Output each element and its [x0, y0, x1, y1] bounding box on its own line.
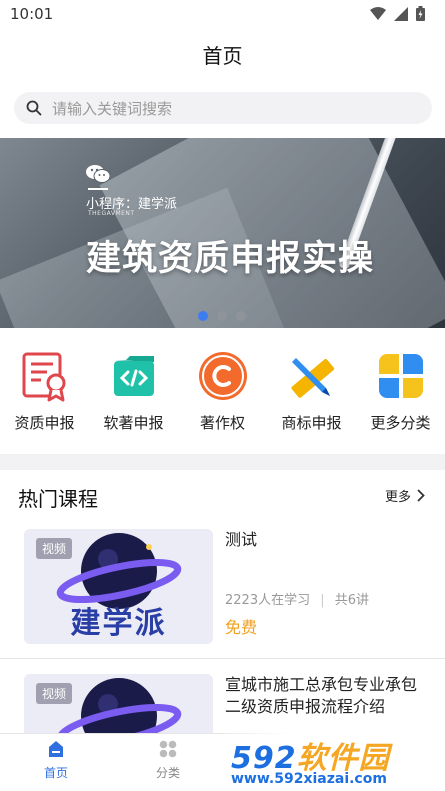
page-title: 首页 — [202, 44, 243, 68]
wifi-icon — [370, 6, 386, 20]
section-title: 热门课程 — [18, 487, 98, 511]
more-label: 更多 — [384, 490, 411, 505]
carousel-dot[interactable] — [236, 311, 246, 321]
course-title: 测试 — [225, 530, 258, 549]
site-watermark: 592软件园 www.592xiazai.com — [225, 733, 445, 791]
home-icon — [49, 741, 63, 757]
menu-item-more-categories[interactable]: 更多分类 — [356, 350, 445, 433]
search-placeholder: 请输入关键词搜索 — [52, 99, 173, 118]
video-badge: 视频 — [36, 538, 73, 559]
status-time: 10:01 — [10, 5, 54, 23]
ruler-pencil-icon — [290, 358, 334, 398]
chevron-right-icon — [417, 489, 425, 502]
status-bar: 10:01 — [0, 0, 445, 30]
hot-courses-section: 热门课程 更多 视频 建学派 测试 2223人在学习 | 共6讲 免费 视频 宣… — [0, 470, 445, 733]
divider — [0, 658, 445, 659]
meta-separator: | — [320, 593, 325, 608]
banner-divider — [88, 188, 108, 190]
carousel-dot[interactable] — [217, 311, 227, 321]
course-lessons: 共6讲 — [334, 593, 370, 608]
menu-item-qualification[interactable]: 资质申报 — [0, 350, 89, 433]
app-header: 首页 — [0, 30, 445, 84]
banner-sublabel: THEGAVMENT — [88, 210, 135, 217]
menu-label: 商标申报 — [281, 414, 342, 432]
course-card[interactable]: 视频 宣城市施工总承包专业承包二级资质申报流程介绍 — [0, 674, 445, 733]
carousel-indicator — [198, 311, 246, 321]
menu-item-copyright[interactable]: 著作权 — [178, 350, 267, 433]
search-bar: 请输入关键词搜索 — [0, 84, 445, 138]
course-learners: 2223人在学习 — [225, 593, 311, 608]
more-link[interactable]: 更多 — [385, 486, 425, 505]
certificate-icon — [22, 352, 65, 402]
carousel-dot-active[interactable] — [198, 311, 208, 321]
tab-label: 分类 — [155, 766, 180, 780]
course-thumbnail: 视频 — [24, 674, 213, 733]
video-badge: 视频 — [36, 683, 73, 704]
signal-icon — [394, 6, 408, 21]
search-input[interactable]: 请输入关键词搜索 — [14, 92, 432, 124]
more-grid-icon — [378, 354, 423, 398]
status-icons — [370, 6, 425, 21]
tab-categories[interactable]: 分类 — [128, 740, 208, 781]
course-title: 宣城市施工总承包专业承包二级资质申报流程介绍 — [225, 675, 418, 716]
quick-menu: 资质申报 软著申报 著作权 商标申报 更多分类 — [0, 328, 445, 454]
tab-label: 首页 — [43, 766, 68, 780]
tab-home[interactable]: 首页 — [16, 740, 96, 781]
menu-label: 著作权 — [199, 414, 245, 432]
banner-title: 建筑资质申报实操 — [86, 239, 375, 279]
category-grid-icon — [159, 740, 177, 758]
wechat-icon — [86, 165, 110, 183]
menu-item-trademark[interactable]: 商标申报 — [267, 350, 356, 433]
menu-label: 资质申报 — [14, 414, 75, 432]
menu-label: 更多分类 — [370, 414, 431, 432]
course-card[interactable]: 视频 建学派 测试 2223人在学习 | 共6讲 免费 — [0, 529, 445, 659]
course-meta: 2223人在学习 | 共6讲 — [225, 589, 369, 608]
course-price: 免费 — [225, 618, 258, 637]
thumbnail-brand: 建学派 — [70, 606, 167, 641]
watermark-url: www.592xiazai.com — [231, 771, 387, 787]
code-folder-icon — [113, 356, 154, 396]
banner-carousel[interactable]: 小程序：建学派 THEGAVMENT 建筑资质申报实操 — [0, 138, 445, 328]
menu-item-software-copyright[interactable]: 软著申报 — [89, 350, 178, 433]
menu-label: 软著申报 — [103, 414, 164, 432]
course-thumbnail: 视频 建学派 — [24, 529, 213, 644]
search-icon — [26, 100, 42, 116]
battery-icon — [416, 6, 425, 21]
copyright-icon — [198, 352, 247, 400]
